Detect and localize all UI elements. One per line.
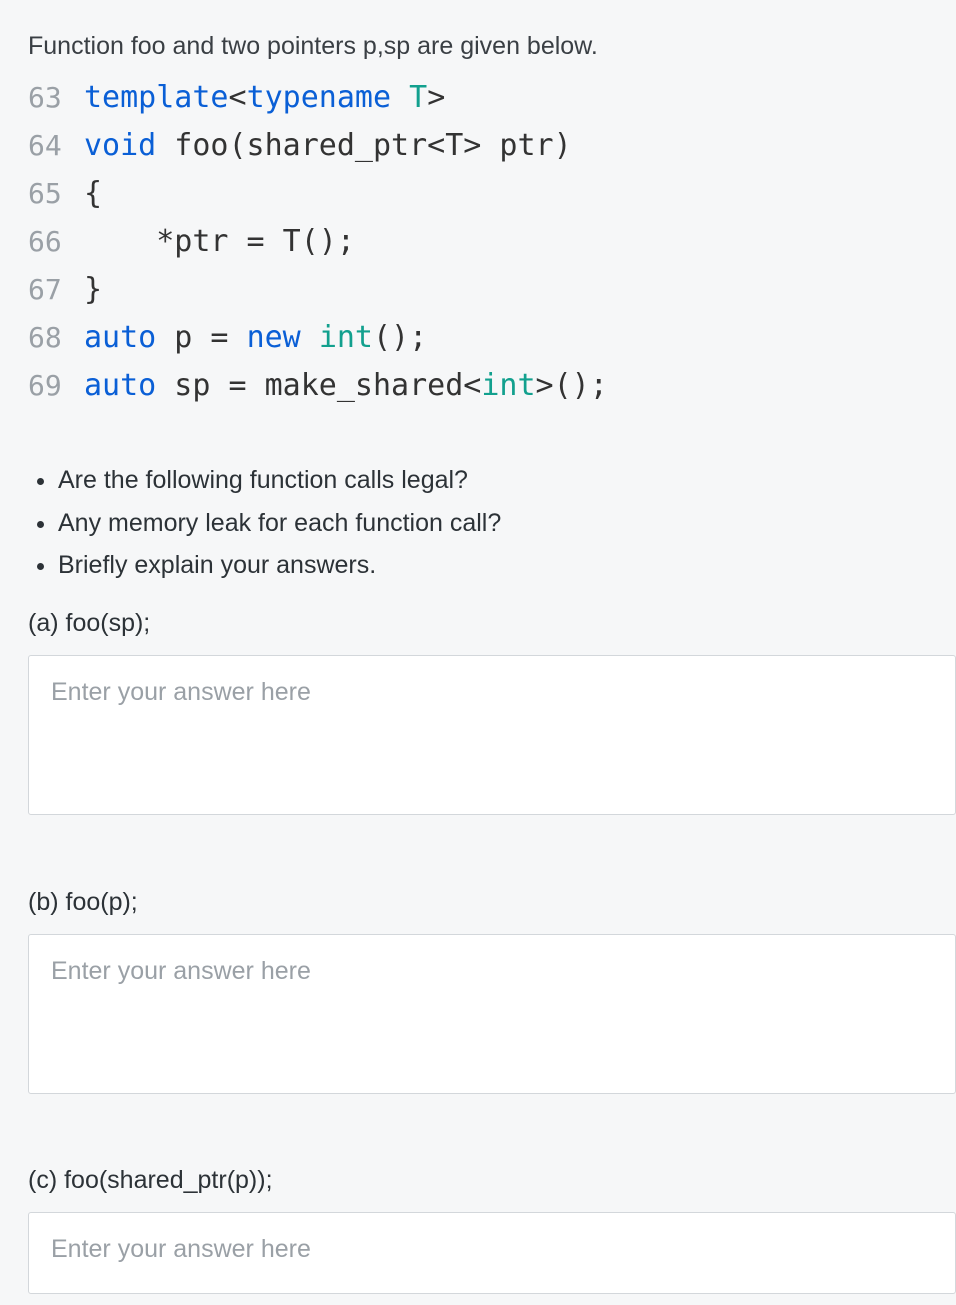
- code-content: }: [84, 266, 102, 314]
- code-content: void foo(shared_ptr<T> ptr): [84, 122, 572, 170]
- code-content: template<typename T>: [84, 74, 445, 122]
- answer-input-c[interactable]: [28, 1212, 956, 1294]
- code-line: 63 template<typename T>: [28, 74, 956, 122]
- line-number: 67: [28, 268, 84, 313]
- line-number: 69: [28, 364, 84, 409]
- code-content: {: [84, 170, 102, 218]
- bullet-item: Any memory leak for each function call?: [58, 505, 956, 541]
- code-line: 65 {: [28, 170, 956, 218]
- intro-text: Function foo and two pointers p,sp are g…: [28, 28, 956, 64]
- line-number: 68: [28, 316, 84, 361]
- bullet-item: Briefly explain your answers.: [58, 547, 956, 583]
- code-line: 68 auto p = new int();: [28, 314, 956, 362]
- code-content: auto p = new int();: [84, 314, 427, 362]
- code-line: 67 }: [28, 266, 956, 314]
- part-b-label: (b) foo(p);: [28, 884, 956, 920]
- code-block: 63 template<typename T> 64 void foo(shar…: [28, 74, 956, 410]
- code-line: 66 *ptr = T();: [28, 218, 956, 266]
- part-c-label: (c) foo(shared_ptr(p));: [28, 1162, 956, 1198]
- line-number: 63: [28, 76, 84, 121]
- line-number: 65: [28, 172, 84, 217]
- bullet-item: Are the following function calls legal?: [58, 462, 956, 498]
- code-content: *ptr = T();: [84, 218, 355, 266]
- code-content: auto sp = make_shared<int>();: [84, 362, 608, 410]
- line-number: 66: [28, 220, 84, 265]
- answer-input-b[interactable]: [28, 934, 956, 1094]
- code-line: 64 void foo(shared_ptr<T> ptr): [28, 122, 956, 170]
- part-a-label: (a) foo(sp);: [28, 605, 956, 641]
- line-number: 64: [28, 124, 84, 169]
- code-line: 69 auto sp = make_shared<int>();: [28, 362, 956, 410]
- question-bullets: Are the following function calls legal? …: [28, 462, 956, 583]
- answer-input-a[interactable]: [28, 655, 956, 815]
